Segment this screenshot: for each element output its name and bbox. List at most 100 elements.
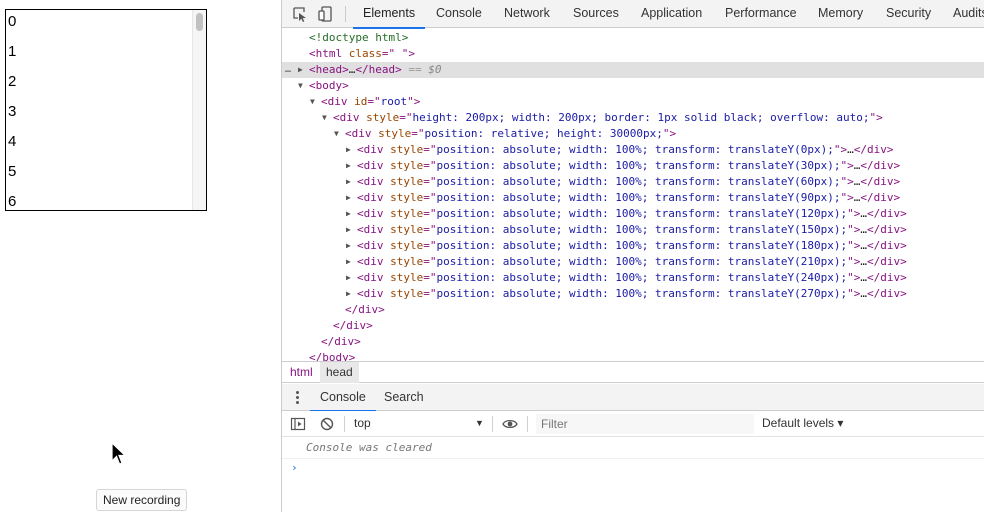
dom-tree-node[interactable]: </body>: [282, 350, 984, 361]
dropdown-triangle-icon[interactable]: ▼: [475, 411, 484, 437]
dom-tree-node[interactable]: ▶ <div style="position: absolute; width: …: [282, 254, 984, 270]
list-item: 5: [8, 163, 17, 180]
dom-node-markup: <head>…</head> == $0: [309, 63, 442, 76]
dom-node-markup: </div>: [321, 335, 361, 348]
dom-node-markup: <div style="position: absolute; width: 1…: [357, 271, 907, 284]
dom-node-markup: <div style="position: absolute; width: 1…: [357, 239, 907, 252]
dom-node-markup: <div style="position: absolute; width: 1…: [357, 207, 907, 220]
dom-tree-node[interactable]: ▶ <div style="position: absolute; width: …: [282, 222, 984, 238]
dom-node-markup: <div style="position: absolute; width: 1…: [357, 287, 907, 300]
filter-input[interactable]: [536, 414, 754, 434]
toolbar-divider: [492, 416, 493, 432]
collapse-triangle-icon[interactable]: ▶: [346, 286, 351, 302]
expand-triangle-icon[interactable]: ▼: [334, 126, 339, 142]
show-sidebar-icon[interactable]: [290, 416, 306, 432]
collapse-triangle-icon[interactable]: ▶: [346, 174, 351, 190]
list-item: 1: [8, 43, 17, 60]
dom-node-markup: </div>: [333, 319, 373, 332]
dom-tree-node[interactable]: ▶ <div style="position: absolute; width: …: [282, 158, 984, 174]
dom-node-markup: <div id="root">: [321, 95, 421, 108]
tab-elements[interactable]: Elements: [352, 0, 426, 29]
vertical-scrollbar[interactable]: [192, 10, 206, 210]
dom-tree-node[interactable]: ▶ <div style="position: absolute; width: …: [282, 270, 984, 286]
collapse-triangle-icon[interactable]: ▶: [346, 190, 351, 206]
expand-triangle-icon[interactable]: ▼: [322, 110, 327, 126]
dom-tree-node[interactable]: <html class=" ">: [282, 46, 984, 62]
context-selector[interactable]: top: [354, 411, 371, 437]
dom-tree-node[interactable]: ▼ <div id="root">: [282, 94, 984, 110]
dom-tree-node[interactable]: … ▶ <head>…</head> == $0: [282, 62, 984, 78]
drawer-tab-search[interactable]: Search: [384, 384, 424, 411]
dom-node-markup: </div>: [345, 303, 385, 316]
tab-audits[interactable]: Audits: [953, 0, 984, 28]
devtools-panel: Elements Console Network Sources Applica…: [281, 0, 984, 512]
dom-tree-node[interactable]: ▼ <div style="position: relative; height:…: [282, 126, 984, 142]
console-toolbar: top ▼ Default levels ▾: [282, 411, 984, 437]
drawer-tabbar: Console Search: [282, 384, 984, 412]
dom-tree-node[interactable]: ▼ <div style="height: 200px; width: 200px…: [282, 110, 984, 126]
dom-node-markup: <div style="position: absolute; width: 1…: [357, 191, 901, 204]
inspect-element-icon[interactable]: [292, 6, 308, 22]
dom-node-markup: <!doctype html>: [309, 31, 409, 44]
dom-node-markup: <body>: [309, 79, 349, 92]
dom-tree-node[interactable]: ▶ <div style="position: absolute; width: …: [282, 142, 984, 158]
new-recording-tooltip: New recording: [96, 489, 188, 511]
dom-tree-node[interactable]: <!doctype html>: [282, 30, 984, 46]
devtools-tabbar: Elements Console Network Sources Applica…: [282, 0, 984, 29]
collapse-triangle-icon[interactable]: ▶: [298, 62, 303, 78]
clear-console-icon[interactable]: [319, 416, 335, 432]
drawer-tab-console[interactable]: Console: [310, 384, 376, 412]
list-item: 0: [8, 13, 17, 30]
expand-triangle-icon[interactable]: ▼: [310, 94, 315, 110]
dom-tree-node[interactable]: </div>: [282, 302, 984, 318]
dom-node-markup: <div style="position: absolute; width: 1…: [357, 255, 907, 268]
dom-node-markup: <html class=" ">: [309, 47, 415, 60]
dom-node-markup: <div style="height: 200px; width: 200px;…: [333, 111, 883, 124]
dom-tree-node[interactable]: </div>: [282, 334, 984, 350]
collapse-triangle-icon[interactable]: ▶: [346, 206, 351, 222]
list-item: 6: [8, 193, 17, 210]
breadcrumb-html[interactable]: html: [284, 362, 319, 383]
collapse-triangle-icon[interactable]: ▶: [346, 270, 351, 286]
more-options-icon[interactable]: [296, 391, 300, 405]
breadcrumb: html head: [282, 361, 984, 383]
tab-performance[interactable]: Performance: [725, 0, 797, 28]
collapse-triangle-icon[interactable]: ▶: [346, 142, 351, 158]
collapse-triangle-icon[interactable]: ▶: [346, 222, 351, 238]
more-actions-icon[interactable]: …: [285, 62, 291, 78]
tab-sources[interactable]: Sources: [573, 0, 619, 28]
elements-dom-tree: <!doctype html> <html class=" "> … ▶ <head>……: [282, 29, 984, 361]
virtual-scroll-container[interactable]: 0 1 2 3 4 5 6: [5, 9, 207, 211]
dom-node-markup: <div style="position: absolute; width: 1…: [357, 159, 901, 172]
dom-tree-node[interactable]: ▼ <body>: [282, 78, 984, 94]
page-viewport: 0 1 2 3 4 5 6 New recording: [0, 0, 281, 512]
console-prompt-icon[interactable]: ›: [291, 460, 298, 476]
scrollbar-thumb[interactable]: [196, 13, 203, 31]
tab-console[interactable]: Console: [436, 0, 482, 28]
tab-network[interactable]: Network: [504, 0, 550, 28]
dom-node-markup: <div style="position: absolute; width: 1…: [357, 175, 901, 188]
device-toolbar-icon[interactable]: [318, 6, 334, 22]
expand-triangle-icon[interactable]: ▼: [298, 78, 303, 94]
dom-tree-node[interactable]: </div>: [282, 318, 984, 334]
dom-tree-node[interactable]: ▶ <div style="position: absolute; width: …: [282, 238, 984, 254]
collapse-triangle-icon[interactable]: ▶: [346, 238, 351, 254]
default-levels-dropdown[interactable]: Default levels ▾: [762, 411, 843, 437]
dom-tree-node[interactable]: ▶ <div style="position: absolute; width: …: [282, 286, 984, 302]
dom-node-markup: <div style="position: relative; height: …: [345, 127, 677, 140]
dom-tree-node[interactable]: ▶ <div style="position: absolute; width: …: [282, 190, 984, 206]
dom-node-markup: <div style="position: absolute; width: 1…: [357, 143, 894, 156]
divider: [282, 458, 984, 459]
collapse-triangle-icon[interactable]: ▶: [346, 254, 351, 270]
toolbar-divider: [344, 416, 345, 432]
tab-security[interactable]: Security: [886, 0, 931, 28]
dom-tree-node[interactable]: ▶ <div style="position: absolute; width: …: [282, 206, 984, 222]
breadcrumb-head[interactable]: head: [320, 362, 359, 383]
tab-memory[interactable]: Memory: [818, 0, 863, 28]
console-cleared-message: Console was cleared: [306, 441, 432, 454]
dom-tree-node[interactable]: ▶ <div style="position: absolute; width: …: [282, 174, 984, 190]
tab-application[interactable]: Application: [641, 0, 702, 28]
dom-node-markup: <div style="position: absolute; width: 1…: [357, 223, 907, 236]
eye-icon[interactable]: [502, 416, 518, 432]
collapse-triangle-icon[interactable]: ▶: [346, 158, 351, 174]
